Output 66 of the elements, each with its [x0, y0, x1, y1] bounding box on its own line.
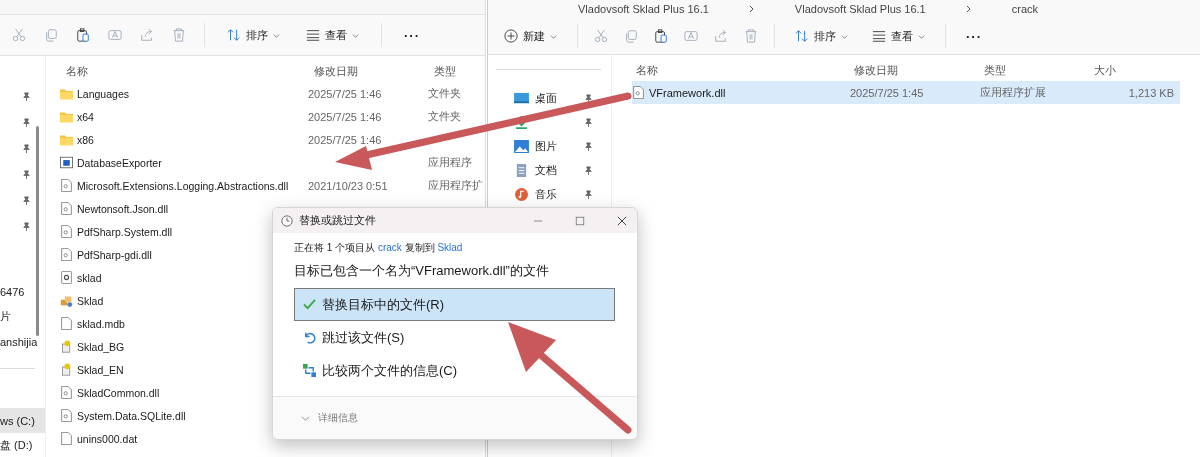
nav-item[interactable]: 图片: [488, 134, 611, 158]
file-date: 2025/7/25 1:46: [308, 133, 383, 146]
folder-link[interactable]: Sklad: [437, 242, 463, 253]
file-name[interactable]: unins000.dat: [77, 432, 138, 445]
file-type: 应用程序扩: [428, 178, 484, 193]
file-date: 2025/7/25 1:46: [308, 110, 383, 123]
file-type: 文件夹: [428, 109, 462, 124]
file-size: 1,213 KB: [1127, 86, 1175, 99]
breadcrumb[interactable]: crack: [1011, 3, 1038, 15]
copy-status-text: 正在将 1 个项目从: [294, 242, 377, 253]
file-name[interactable]: x64: [77, 110, 94, 123]
breadcrumb[interactable]: Vladovsoft Sklad Plus 16.1: [578, 3, 709, 15]
file-name[interactable]: DatabaseExporter: [77, 156, 162, 169]
address-bar[interactable]: Vladovsoft Sklad Plus 16.1 Vladovsoft Sklad Plus 16.1 crack: [488, 0, 1200, 18]
dialog-title: 替换或跳过文件: [299, 213, 376, 228]
column-header[interactable]: 修改日期: [308, 63, 428, 79]
file-row[interactable]: VFramework.dll 2025/7/25 1:45 应用程序扩展 1,213 KB: [632, 81, 1180, 104]
copy-status-text: 复制到: [403, 242, 436, 253]
nav-item[interactable]: ws (C:): [0, 408, 45, 433]
view-button[interactable]: 查看: [868, 28, 929, 44]
file-date: 2025/7/25 1:46: [308, 87, 383, 100]
nav-item[interactable]: 盘 (D:): [0, 433, 45, 457]
dialog-heading: 目标已包含一个名为“VFramework.dll”的文件: [294, 262, 550, 280]
new-button[interactable]: 新建: [500, 28, 561, 44]
file-name[interactable]: sklad: [77, 271, 102, 284]
nav-item[interactable]: 6476: [0, 279, 45, 304]
nav-item[interactable]: 桌面: [488, 86, 611, 110]
file-name[interactable]: PdfSharp-gdi.dll: [77, 248, 152, 261]
option-button[interactable]: 替换目标中的文件(R): [294, 288, 615, 321]
file-name: VFramework.dll: [649, 86, 726, 99]
file-type: 应用程序: [428, 155, 473, 170]
details-toggle[interactable]: 详细信息: [295, 410, 364, 426]
more-button[interactable]: ···: [962, 28, 986, 44]
view-button[interactable]: 查看: [302, 27, 363, 43]
nav-item[interactable]: 片: [0, 304, 45, 329]
file-type: 应用程序扩展: [980, 85, 1047, 100]
file-name[interactable]: Microsoft.Extensions.Logging.Abstractions.dll: [77, 179, 289, 192]
column-header[interactable]: 大小: [1088, 62, 1178, 78]
file-name[interactable]: sklad.mdb: [77, 317, 125, 330]
nav-item[interactable]: 文档: [488, 158, 611, 182]
column-header[interactable]: 类型: [978, 62, 1088, 78]
column-header[interactable]: 名称: [630, 62, 848, 78]
option-button[interactable]: 比较两个文件的信息(C): [294, 354, 615, 387]
file-name[interactable]: Sklad: [77, 294, 104, 307]
file-name[interactable]: Languages: [77, 87, 129, 100]
file-date: 2021/10/23 0:51: [308, 179, 389, 192]
column-header[interactable]: 名称: [60, 63, 308, 79]
more-button[interactable]: ···: [400, 27, 424, 43]
folder-link[interactable]: crack: [377, 242, 402, 253]
file-name[interactable]: PdfSharp.System.dll: [77, 225, 173, 238]
file-date: 2025/7/25 1:45: [850, 86, 925, 99]
column-header[interactable]: 类型: [428, 63, 484, 79]
file-name[interactable]: System.Data.SQLite.dll: [77, 409, 186, 422]
column-header[interactable]: 修改日期: [848, 62, 978, 78]
file-type: 文件夹: [428, 86, 462, 101]
file-name[interactable]: x86: [77, 133, 94, 146]
breadcrumb[interactable]: Vladovsoft Sklad Plus 16.1: [794, 3, 926, 15]
file-name[interactable]: SkladCommon.dll: [77, 386, 160, 399]
nav-item[interactable]: 音乐: [488, 182, 611, 206]
file-name[interactable]: Newtonsoft.Json.dll: [77, 202, 169, 215]
sort-button[interactable]: 排序: [223, 27, 284, 43]
file-name[interactable]: Sklad_EN: [77, 363, 124, 376]
nav-item[interactable]: anshijia: [0, 329, 45, 354]
file-name[interactable]: Sklad_BG: [77, 340, 125, 353]
option-button[interactable]: 跳过该文件(S): [294, 321, 615, 354]
sort-button[interactable]: 排序: [791, 28, 852, 44]
